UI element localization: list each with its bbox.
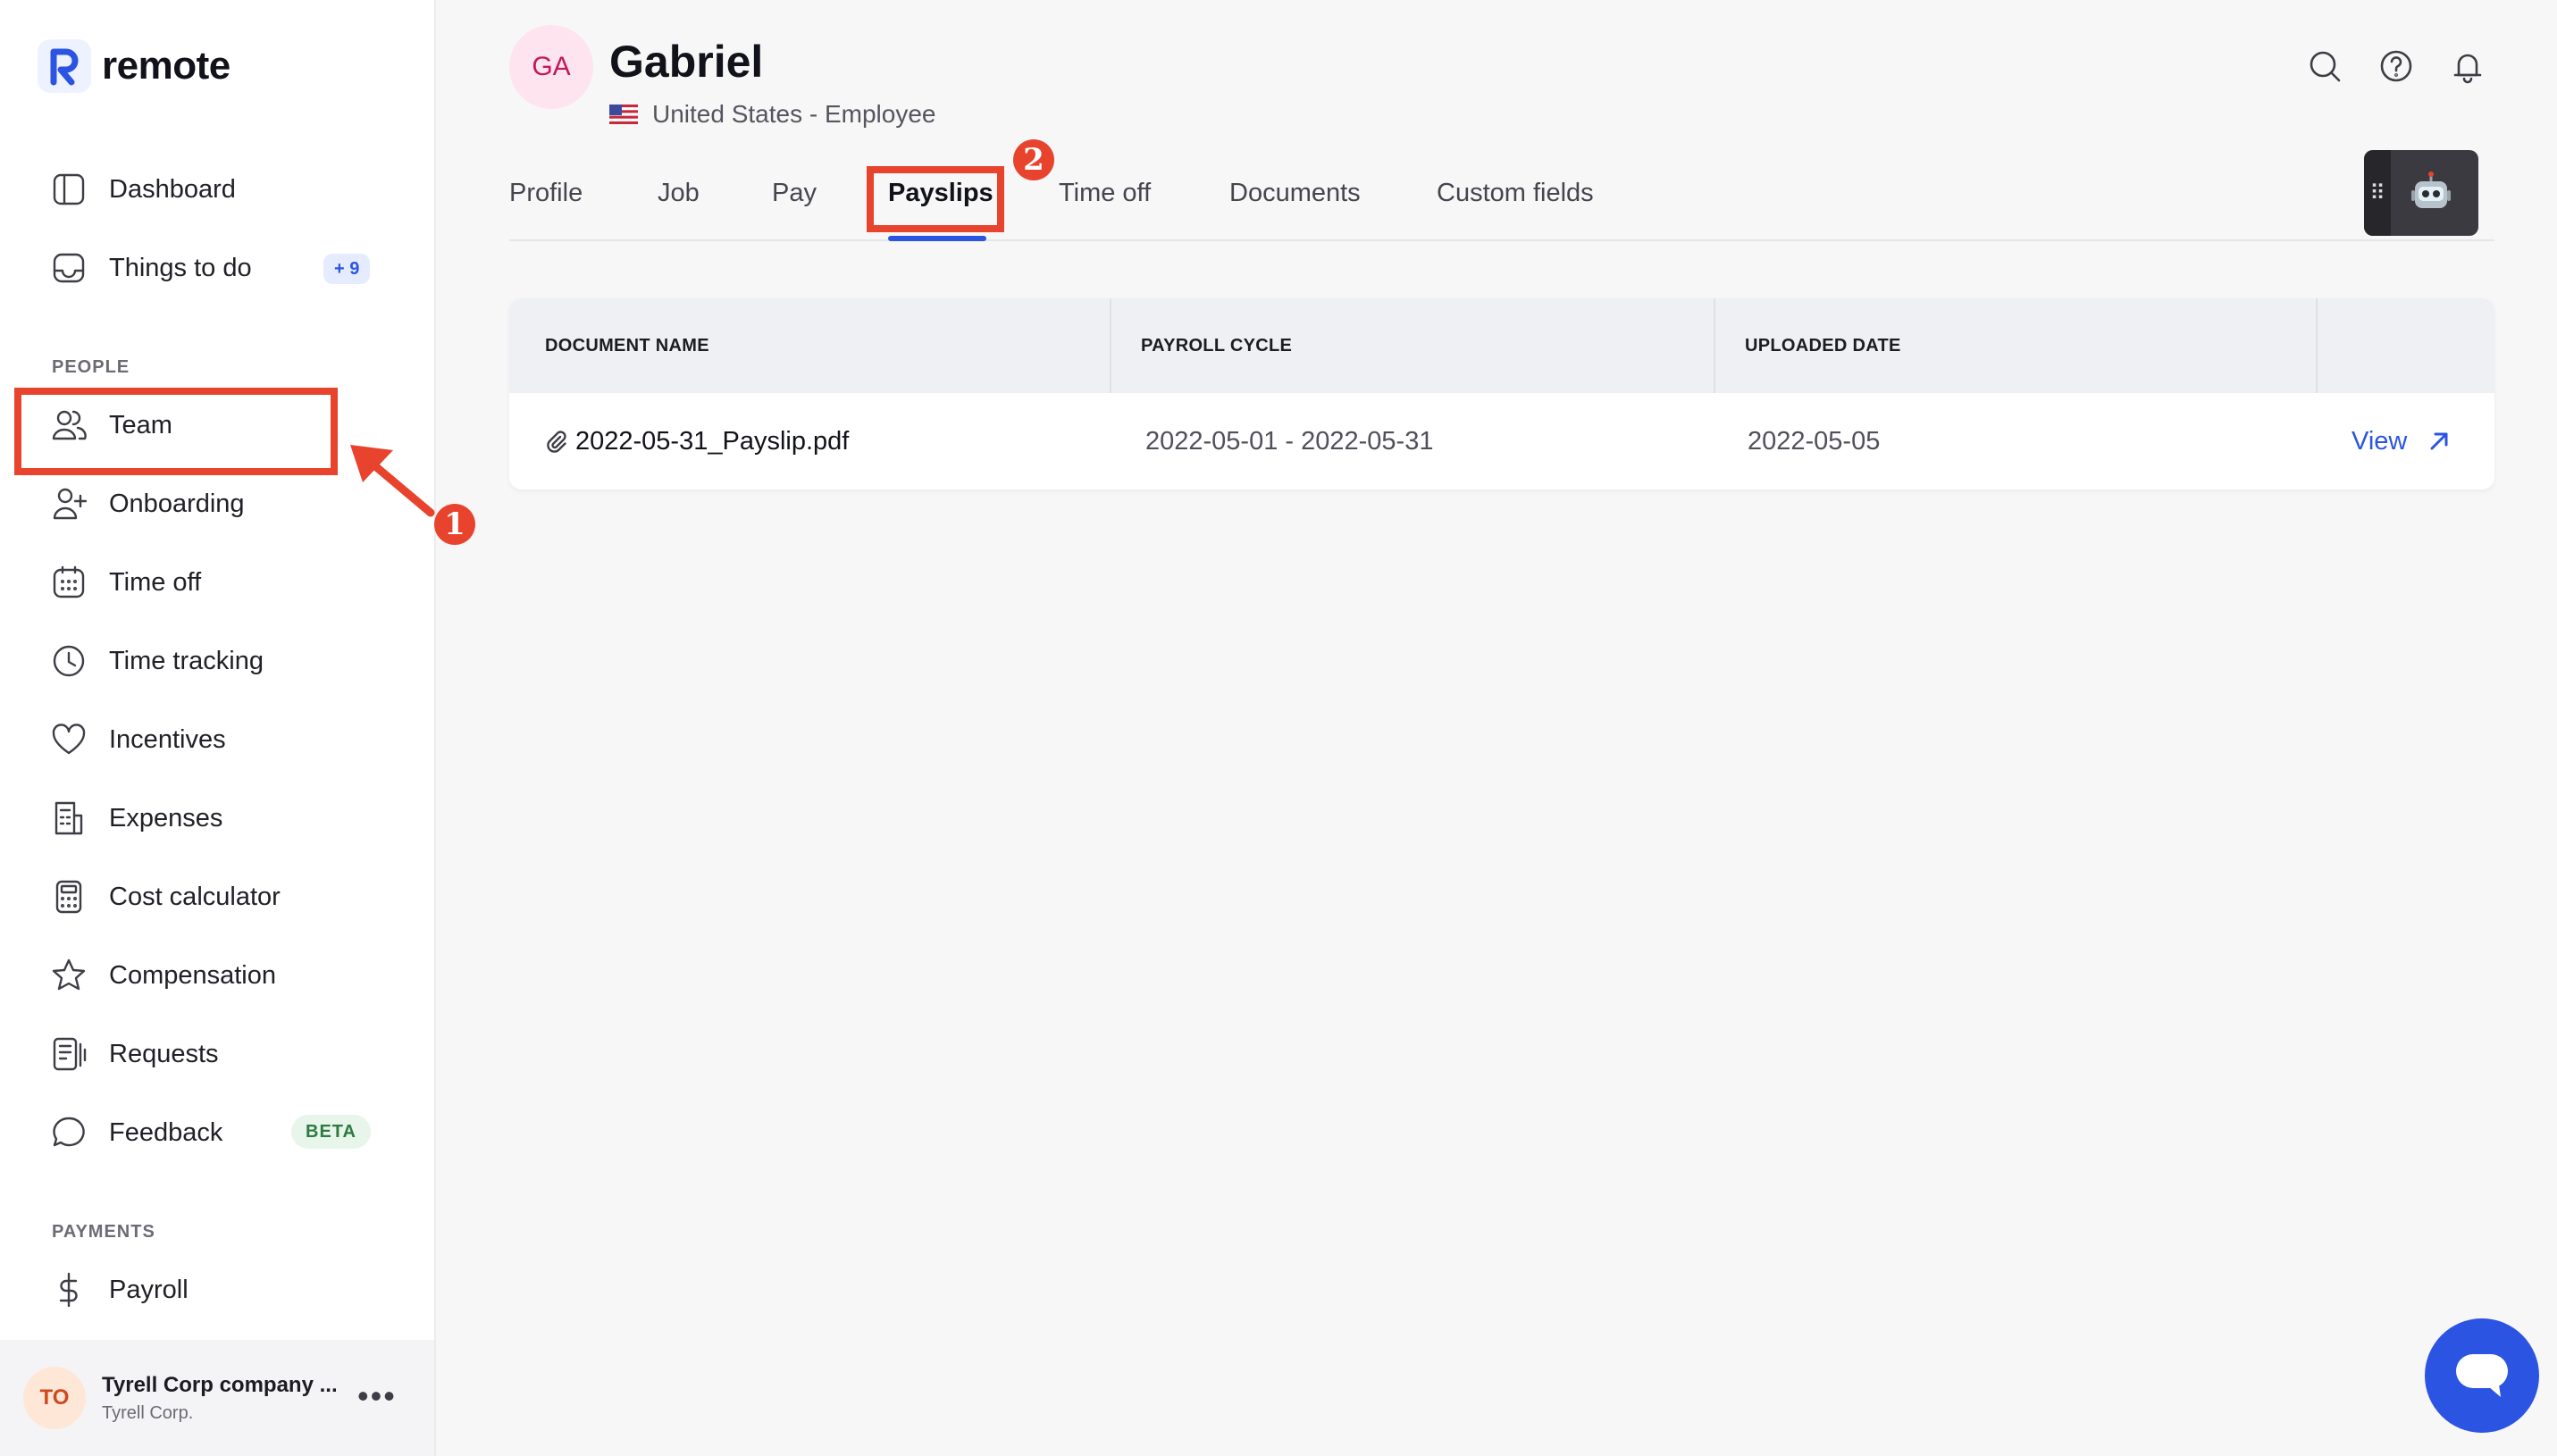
sidebar-item-label: Things to do — [109, 253, 252, 282]
drag-handle-icon[interactable]: ⠿ — [2364, 150, 2391, 236]
annotation-step-2: 2 — [1013, 139, 1054, 180]
annotation-box-payslips — [867, 166, 1004, 232]
tab-custom-fields[interactable]: Custom fields — [1437, 179, 1594, 208]
us-flag-icon — [609, 105, 638, 124]
tab-profile[interactable]: Profile — [509, 179, 583, 208]
sidebar-item-things-to-do[interactable]: Things to do + 9 — [50, 241, 390, 295]
profile-avatar: GA — [509, 25, 593, 109]
sidebar-item-expenses[interactable]: Expenses — [50, 791, 390, 845]
search-button[interactable] — [2303, 45, 2346, 88]
view-cell: View — [2352, 393, 2452, 490]
sidebar-item-label: Compensation — [109, 960, 276, 990]
sidebar-item-label: Onboarding — [109, 489, 245, 518]
column-header-document-name: DOCUMENT NAME — [545, 335, 709, 356]
calculator-icon — [50, 878, 88, 916]
section-label-people: PEOPLE — [52, 357, 130, 377]
remote-logo-icon — [38, 39, 91, 93]
active-tab-indicator — [888, 236, 986, 241]
sidebar-item-label: Incentives — [109, 724, 226, 754]
todo-count-badge: + 9 — [323, 254, 371, 284]
sidebar-item-dashboard[interactable]: Dashboard — [50, 163, 390, 216]
view-label: View — [2352, 426, 2408, 456]
company-subtitle: Tyrell Corp. — [102, 1402, 194, 1423]
sidebar-item-label: Dashboard — [109, 174, 236, 204]
inbox-icon — [50, 249, 88, 287]
chat-bubble-icon — [50, 1114, 88, 1151]
sidebar-item-incentives[interactable]: Incentives — [50, 713, 390, 766]
column-divider — [1714, 298, 1715, 393]
assistant-widget[interactable]: ⠿ — [2364, 150, 2478, 236]
sidebar-item-label: Expenses — [109, 803, 223, 833]
requests-icon — [50, 1035, 88, 1073]
company-name: Tyrell Corp company ... — [102, 1372, 338, 1397]
company-avatar: TO — [23, 1367, 86, 1429]
brand-name: remote — [102, 44, 231, 88]
view-payslip-link[interactable]: View — [2352, 427, 2452, 456]
robot-icon — [2411, 172, 2451, 208]
sidebar-item-feedback[interactable]: Feedback BETA — [50, 1106, 390, 1159]
profile-tabs: Profile Job Pay Payslips Time off Docume… — [509, 170, 2494, 241]
payroll-cycle-cell: 2022-05-01 - 2022-05-31 — [1145, 426, 1434, 456]
column-header-payroll-cycle: PAYROLL CYCLE — [1141, 335, 1293, 356]
section-label-payments: PAYMENTS — [52, 1222, 155, 1242]
chat-launcher-button[interactable] — [2425, 1318, 2539, 1433]
sidebar-item-label: Time off — [109, 567, 202, 597]
sidebar-item-requests[interactable]: Requests — [50, 1027, 390, 1081]
uploaded-date-cell: 2022-05-05 — [1748, 426, 1881, 456]
table-header: DOCUMENT NAME PAYROLL CYCLE UPLOADED DAT… — [509, 298, 2494, 393]
sidebar-item-payroll[interactable]: Payroll — [50, 1263, 390, 1317]
document-name: 2022-05-31_Payslip.pdf — [575, 426, 850, 456]
column-divider — [1110, 298, 1111, 393]
star-icon — [50, 957, 88, 994]
annotation-arrow-icon — [350, 445, 435, 517]
column-header-uploaded-date: UPLOADED DATE — [1745, 335, 1901, 356]
calendar-icon — [50, 564, 88, 601]
tab-pay[interactable]: Pay — [772, 179, 817, 208]
bell-icon — [2453, 54, 2482, 84]
help-button[interactable] — [2375, 45, 2418, 88]
sidebar-item-label: Cost calculator — [109, 882, 281, 911]
search-icon — [2310, 51, 2341, 82]
sidebar-item-label: Feedback — [109, 1117, 223, 1147]
sidebar-item-label: Payroll — [109, 1275, 189, 1304]
notifications-button[interactable] — [2446, 45, 2489, 88]
sidebar-item-label: Requests — [109, 1039, 219, 1068]
chat-icon — [2456, 1354, 2508, 1397]
dashboard-icon — [50, 171, 88, 208]
sidebar-item-compensation[interactable]: Compensation — [50, 949, 390, 1002]
document-name-cell[interactable]: 2022-05-31_Payslip.pdf — [545, 393, 849, 490]
sidebar-item-time-tracking[interactable]: Time tracking — [50, 634, 390, 688]
external-link-icon — [2430, 432, 2448, 450]
sidebar-item-label: Time tracking — [109, 646, 264, 675]
beta-badge: BETA — [291, 1115, 371, 1149]
heart-icon — [50, 721, 88, 758]
profile-name: Gabriel — [609, 37, 764, 87]
column-divider — [2316, 298, 2318, 393]
profile-subtitle-row: United States - Employee — [609, 100, 936, 129]
profile-subtitle: United States - Employee — [652, 100, 936, 128]
dollar-icon — [50, 1271, 88, 1309]
sidebar-item-time-off[interactable]: Time off — [50, 556, 390, 609]
more-options-icon[interactable]: ••• — [357, 1380, 397, 1412]
payslips-table: DOCUMENT NAME PAYROLL CYCLE UPLOADED DAT… — [509, 298, 2494, 490]
tab-time-off[interactable]: Time off — [1059, 179, 1151, 208]
sidebar-item-cost-calculator[interactable]: Cost calculator — [50, 870, 390, 924]
tab-documents[interactable]: Documents — [1229, 179, 1361, 208]
remote-logo[interactable]: remote — [38, 39, 231, 93]
company-switcher[interactable]: TO Tyrell Corp company ... Tyrell Corp. … — [0, 1340, 434, 1456]
clock-icon — [50, 642, 88, 680]
add-user-icon — [50, 485, 88, 523]
help-icon — [2380, 50, 2412, 82]
annotation-box-team — [14, 388, 338, 475]
paperclip-icon — [545, 430, 568, 453]
sidebar: remote Dashboard Things to do + 9 PEOPLE… — [0, 0, 436, 1456]
receipt-icon — [50, 799, 88, 837]
tab-job[interactable]: Job — [658, 179, 700, 208]
annotation-step-1: 1 — [434, 504, 475, 545]
